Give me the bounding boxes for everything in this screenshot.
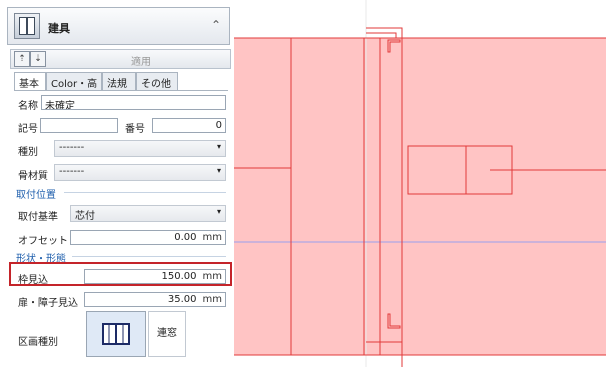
properties-panel: 建具 ⌃ ⇡ ⇣ 適用 基本 Color・高 法規 その他 名称 未確定 記号 … xyxy=(0,0,235,367)
division-picker[interactable] xyxy=(86,311,146,357)
tab-content: 名称 未確定 記号 番号 0 種別 ------- ▾ 骨材質 ------- … xyxy=(14,90,228,368)
frame-material-value: ------- xyxy=(59,166,85,177)
mount-base-label: 取付基準 xyxy=(18,212,58,223)
section-divider xyxy=(72,256,226,257)
double-window-icon xyxy=(102,323,130,345)
name-field[interactable]: 未確定 xyxy=(41,95,226,110)
apply-button[interactable]: 適用 xyxy=(131,53,151,68)
chevron-up-double-icon[interactable]: ⌃ xyxy=(211,18,221,32)
tab-regulation[interactable]: 法規 xyxy=(102,72,136,90)
type-value: ------- xyxy=(59,142,85,153)
offset-unit: mm xyxy=(202,232,222,243)
door-depth-value: 35.00 xyxy=(167,294,197,305)
panel-title: 建具 xyxy=(48,22,70,35)
mount-base-value: 芯付 xyxy=(75,211,95,222)
toolbar: ⇡ ⇣ 適用 xyxy=(10,49,231,69)
door-depth-unit: mm xyxy=(202,294,222,305)
number-label: 番号 xyxy=(125,124,145,135)
offset-value: 0.00 xyxy=(174,232,197,243)
tab-basic[interactable]: 基本 xyxy=(14,72,46,91)
tab-other[interactable]: その他 xyxy=(136,72,178,90)
panel-header: 建具 ⌃ xyxy=(7,7,230,45)
upload-icon[interactable]: ⇡ xyxy=(14,51,30,67)
dropdown-arrow-icon: ▾ xyxy=(216,166,221,175)
drawing-canvas[interactable] xyxy=(234,0,606,367)
mount-section-title: 取付位置 xyxy=(16,190,56,201)
mount-base-select[interactable]: 芯付 ▾ xyxy=(70,205,226,222)
door-plan-drawing xyxy=(234,0,606,367)
name-label: 名称 xyxy=(18,101,38,112)
highlight-frame xyxy=(9,262,232,286)
download-icon[interactable]: ⇣ xyxy=(30,51,46,67)
door-depth-field[interactable]: 35.00 mm xyxy=(84,292,226,307)
offset-label: オフセット xyxy=(18,236,68,247)
dropdown-arrow-icon: ▾ xyxy=(216,207,221,216)
division-type-label: 区画種別 xyxy=(18,337,58,348)
number-field[interactable]: 0 xyxy=(152,118,226,133)
tab-color-height[interactable]: Color・高 xyxy=(46,72,102,90)
division-type-button[interactable]: 連窓 xyxy=(148,311,186,357)
frame-material-select[interactable]: ------- ▾ xyxy=(54,164,226,181)
symbol-field[interactable] xyxy=(40,118,118,133)
dropdown-arrow-icon: ▾ xyxy=(216,142,221,151)
offset-field[interactable]: 0.00 mm xyxy=(70,230,226,245)
symbol-label: 記号 xyxy=(18,124,38,135)
door-icon xyxy=(14,13,40,39)
door-depth-label: 扉・障子見込 xyxy=(18,298,78,309)
frame-material-label: 骨材質 xyxy=(18,171,48,182)
type-label: 種別 xyxy=(18,147,38,158)
section-divider xyxy=(64,192,226,193)
type-select[interactable]: ------- ▾ xyxy=(54,140,226,157)
